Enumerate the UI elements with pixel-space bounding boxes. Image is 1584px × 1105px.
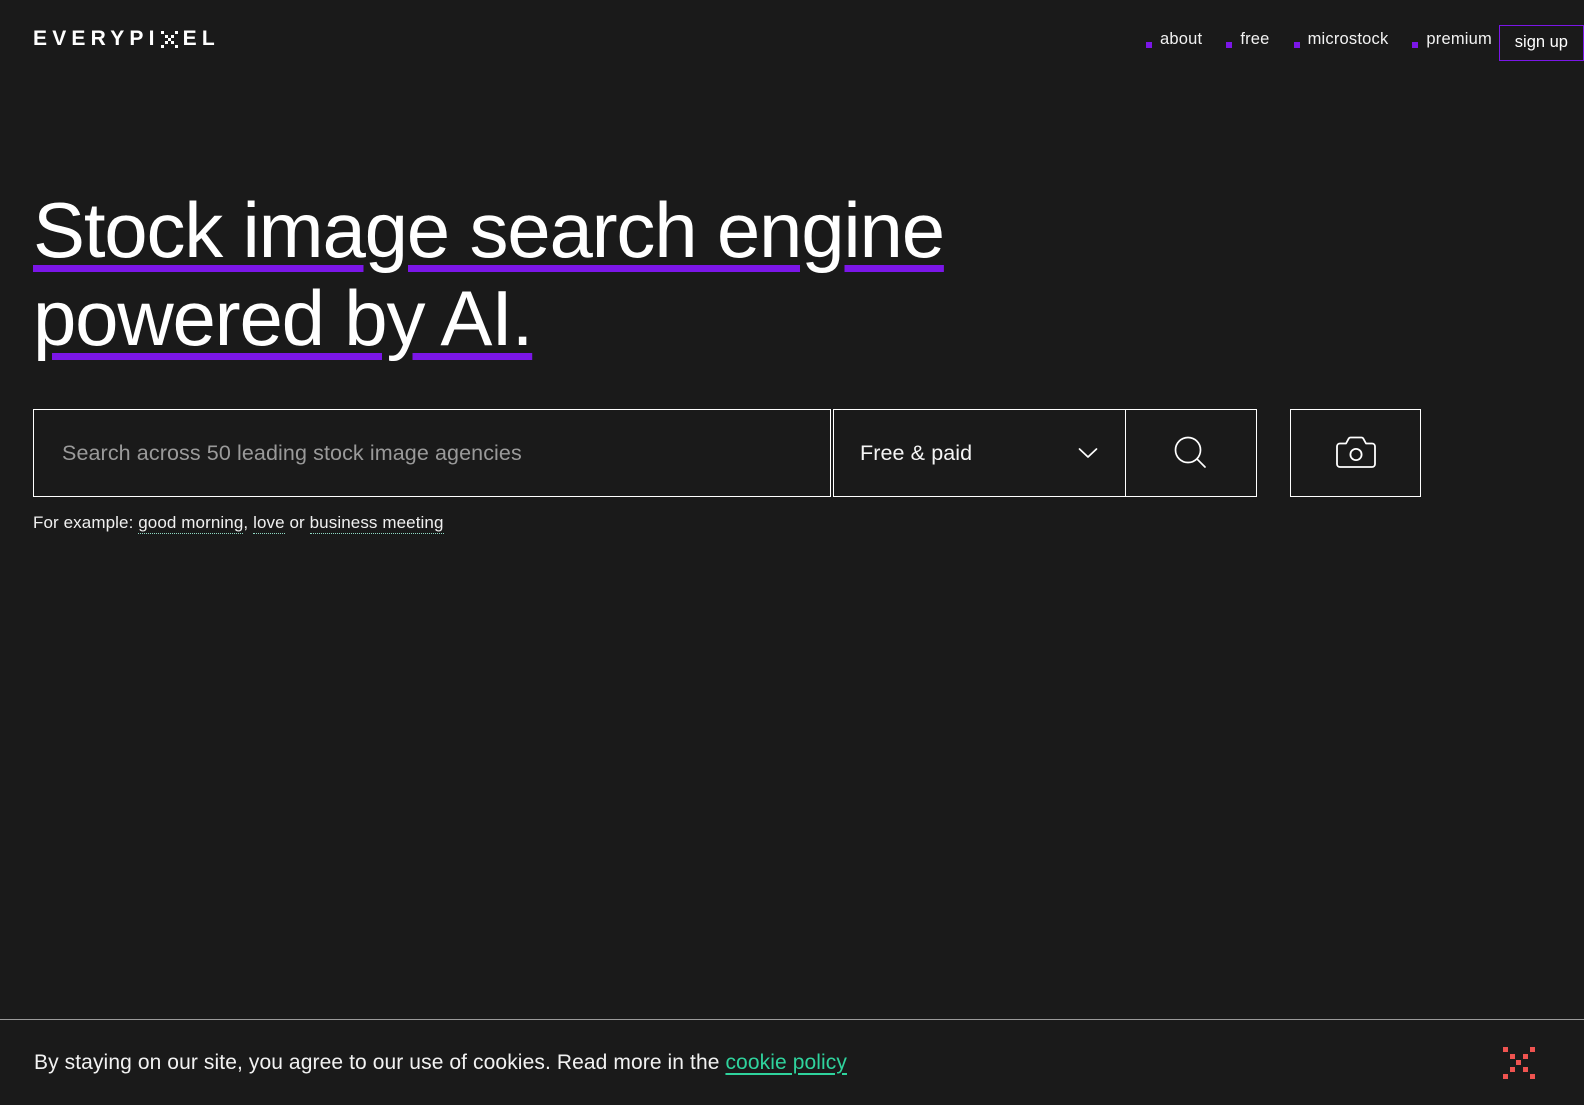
page-title: Stock image search engine powered by AI. [33, 186, 1133, 362]
license-filter-value: Free & paid [860, 440, 973, 465]
bullet-square-icon [1226, 42, 1233, 48]
example-separator: , [243, 513, 254, 532]
bullet-square-icon [1293, 42, 1300, 48]
nav-item-free[interactable]: free [1226, 27, 1269, 51]
search-submit-button[interactable] [1126, 409, 1257, 497]
logo-text-right: EL [182, 27, 220, 50]
cookie-consent-banner: By staying on our site, you agree to our… [0, 1019, 1584, 1105]
nav-label: premium [1426, 30, 1492, 48]
bullet-square-icon [1146, 42, 1153, 48]
nav-item-about[interactable]: about [1146, 27, 1202, 51]
nav-label: microstock [1307, 30, 1389, 48]
cookie-message-text: By staying on our site, you agree to our… [34, 1050, 726, 1074]
hero-title-line1: Stock image search engine [33, 186, 945, 274]
license-filter-dropdown[interactable]: Free & paid [833, 409, 1126, 497]
hero-title-line2: powered by AI. [33, 274, 533, 362]
search-input[interactable] [34, 410, 830, 496]
example-prefix-label: For example: [33, 513, 139, 532]
nav-label: about [1160, 30, 1203, 48]
nav-item-premium[interactable]: premium [1412, 27, 1492, 51]
site-logo[interactable]: EVERYPI EL [33, 26, 220, 52]
cookie-message: By staying on our site, you agree to our… [34, 1051, 847, 1075]
sign-up-button[interactable]: sign up [1498, 25, 1584, 61]
nav-label: free [1240, 30, 1270, 48]
everypixel-homepage: EVERYPI EL about free microstock premium… [0, 0, 1584, 1105]
logo-x-dots-icon [160, 30, 179, 49]
cookie-policy-link[interactable]: cookie policy [725, 1051, 847, 1074]
search-bar: Free & paid [33, 409, 1421, 497]
primary-nav: about free microstock premium [1146, 27, 1492, 51]
camera-icon [1335, 436, 1376, 468]
bullet-square-icon [1412, 42, 1419, 48]
nav-item-microstock[interactable]: microstock [1293, 27, 1389, 51]
search-input-container[interactable] [33, 409, 831, 497]
example-separator: or [284, 513, 310, 532]
site-header: EVERYPI EL about free microstock premium… [0, 0, 1584, 80]
chevron-down-icon [1078, 448, 1098, 458]
example-queries: For example: good morning, love or busin… [33, 511, 444, 535]
image-search-button[interactable] [1290, 409, 1421, 497]
search-icon [1174, 436, 1206, 468]
cookie-close-icon[interactable] [1501, 1045, 1537, 1081]
example-link-good-morning[interactable]: good morning [138, 513, 244, 534]
example-link-love[interactable]: love [253, 513, 285, 534]
example-link-business-meeting[interactable]: business meeting [309, 513, 444, 534]
logo-text-left: EVERYPI [33, 27, 160, 50]
